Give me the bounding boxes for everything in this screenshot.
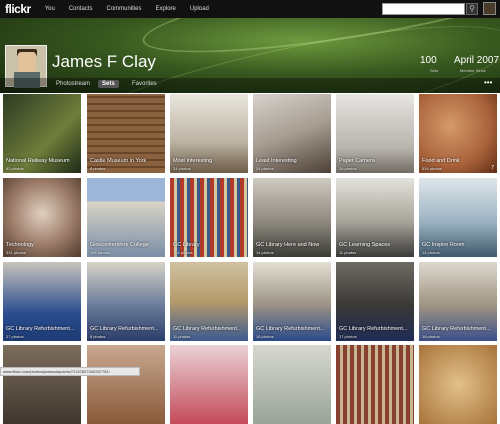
set-tile[interactable]: GC Inspire Room 14 photos: [419, 178, 497, 257]
set-tile[interactable]: [253, 345, 331, 424]
set-photo-count: 8 photos: [90, 334, 106, 339]
set-photo-count: 14 photos: [422, 250, 440, 255]
set-photo-count: 14 photos: [256, 250, 274, 255]
sets-count-label: Sets: [430, 68, 439, 73]
set-tile[interactable]: [87, 345, 165, 424]
status-bar-url: www.flickr.com/photos/jamesclay/sets/721…: [0, 367, 140, 376]
set-tile[interactable]: Technology 331 photos: [3, 178, 81, 257]
set-tile[interactable]: [336, 345, 414, 424]
set-tile[interactable]: Least Interesting 24 photos: [253, 94, 331, 173]
set-title[interactable]: GC Library: [173, 242, 200, 249]
profile-name: James F Clay: [52, 52, 156, 71]
avatar-face: [18, 52, 36, 72]
search-icon[interactable]: ⚲: [466, 3, 478, 15]
flickr-logo[interactable]: flickr: [5, 2, 31, 16]
user-avatar-small[interactable]: [483, 2, 496, 15]
nav-upload[interactable]: Upload: [190, 6, 209, 12]
set-tile[interactable]: Food and Drink 534 photos 7: [419, 94, 497, 173]
set-photo-count: 11 photos: [339, 250, 357, 255]
set-photo-count: 108 photos: [90, 250, 110, 255]
set-tile[interactable]: GC Learning Spaces 11 photos: [336, 178, 414, 257]
set-title[interactable]: Technology: [6, 242, 34, 249]
tab-photostream[interactable]: Photostream: [52, 80, 94, 88]
set-tile[interactable]: [170, 345, 248, 424]
set-tile[interactable]: GC Library Here and Now 14 photos: [253, 178, 331, 257]
set-photo-count: 24 photos: [173, 166, 191, 171]
set-tile[interactable]: GC Library Refurbishment... 27 photos: [3, 262, 81, 341]
set-photo-count: 24 photos: [256, 166, 274, 171]
set-tile[interactable]: GC Library Refurbishment... 18 photos: [253, 262, 331, 341]
set-photo-count: 26 photos: [339, 166, 357, 171]
set-tile[interactable]: National Railway Museum 63 photos: [3, 94, 81, 173]
search-input[interactable]: [382, 3, 465, 15]
set-title[interactable]: National Railway Museum: [6, 158, 70, 165]
tab-favorites[interactable]: Favorites: [128, 80, 161, 88]
set-title[interactable]: GC Library Refurbishment...: [6, 326, 74, 333]
set-tile[interactable]: GC Library Refurbishment... 17 photos: [336, 262, 414, 341]
set-photo-count: 17 photos: [339, 334, 357, 339]
member-since: April 2007: [454, 55, 500, 66]
set-title[interactable]: GC Inspire Room: [422, 242, 465, 249]
set-photo-count: 8 photos: [90, 166, 106, 171]
set-title[interactable]: Gloucestershire College: [90, 242, 149, 249]
set-photo-count: 331 photos: [6, 250, 26, 255]
member-since-label: Member Since: [460, 68, 486, 73]
set-photo-count: 18 photos: [422, 334, 440, 339]
nav-you[interactable]: You: [45, 6, 55, 12]
set-photo-count: 164 photos: [173, 250, 193, 255]
set-photo-count: 63 photos: [6, 166, 24, 171]
set-tile[interactable]: [419, 345, 497, 424]
set-title[interactable]: GC Library Refurbishment...: [90, 326, 158, 333]
set-tile[interactable]: Most Interesting 24 photos: [170, 94, 248, 173]
set-title[interactable]: GC Library Refurbishment...: [339, 326, 407, 333]
nav-communities[interactable]: Communities: [107, 6, 142, 12]
set-tile[interactable]: Castle Museum in York 8 photos: [87, 94, 165, 173]
set-title[interactable]: GC Library Refurbishment...: [422, 326, 490, 333]
set-photo-count: 18 photos: [256, 334, 274, 339]
set-title[interactable]: Paper Camera: [339, 158, 375, 165]
set-tile[interactable]: [3, 345, 81, 424]
set-tile[interactable]: GC Library Refurbishment... 18 photos: [419, 262, 497, 341]
tab-sets[interactable]: Sets: [98, 80, 119, 88]
set-tile[interactable]: GC Library 164 photos: [170, 178, 248, 257]
set-photo-count: 11 photos: [173, 334, 191, 339]
more-options-icon[interactable]: •••: [484, 78, 492, 87]
sets-count: 100: [420, 55, 437, 66]
set-title[interactable]: Castle Museum in York: [90, 158, 146, 165]
set-title[interactable]: Food and Drink: [422, 158, 460, 165]
set-photo-count: 534 photos: [422, 166, 442, 171]
set-title[interactable]: GC Library Here and Now: [256, 242, 319, 249]
set-tile[interactable]: Gloucestershire College 108 photos: [87, 178, 165, 257]
set-title[interactable]: GC Learning Spaces: [339, 242, 390, 249]
nav-explore[interactable]: Explore: [156, 6, 176, 12]
nav-contacts[interactable]: Contacts: [69, 6, 93, 12]
set-title[interactable]: GC Library Refurbishment...: [256, 326, 324, 333]
set-title[interactable]: Most Interesting: [173, 158, 212, 165]
set-photo-count: 27 photos: [6, 334, 24, 339]
set-comment-count: 7: [491, 165, 494, 171]
set-title[interactable]: GC Library Refurbishment...: [173, 326, 241, 333]
set-tile[interactable]: Paper Camera 26 photos: [336, 94, 414, 173]
set-tile[interactable]: GC Library Refurbishment... 8 photos: [87, 262, 165, 341]
set-tile[interactable]: GC Library Refurbishment... 11 photos: [170, 262, 248, 341]
set-title[interactable]: Least Interesting: [256, 158, 297, 165]
